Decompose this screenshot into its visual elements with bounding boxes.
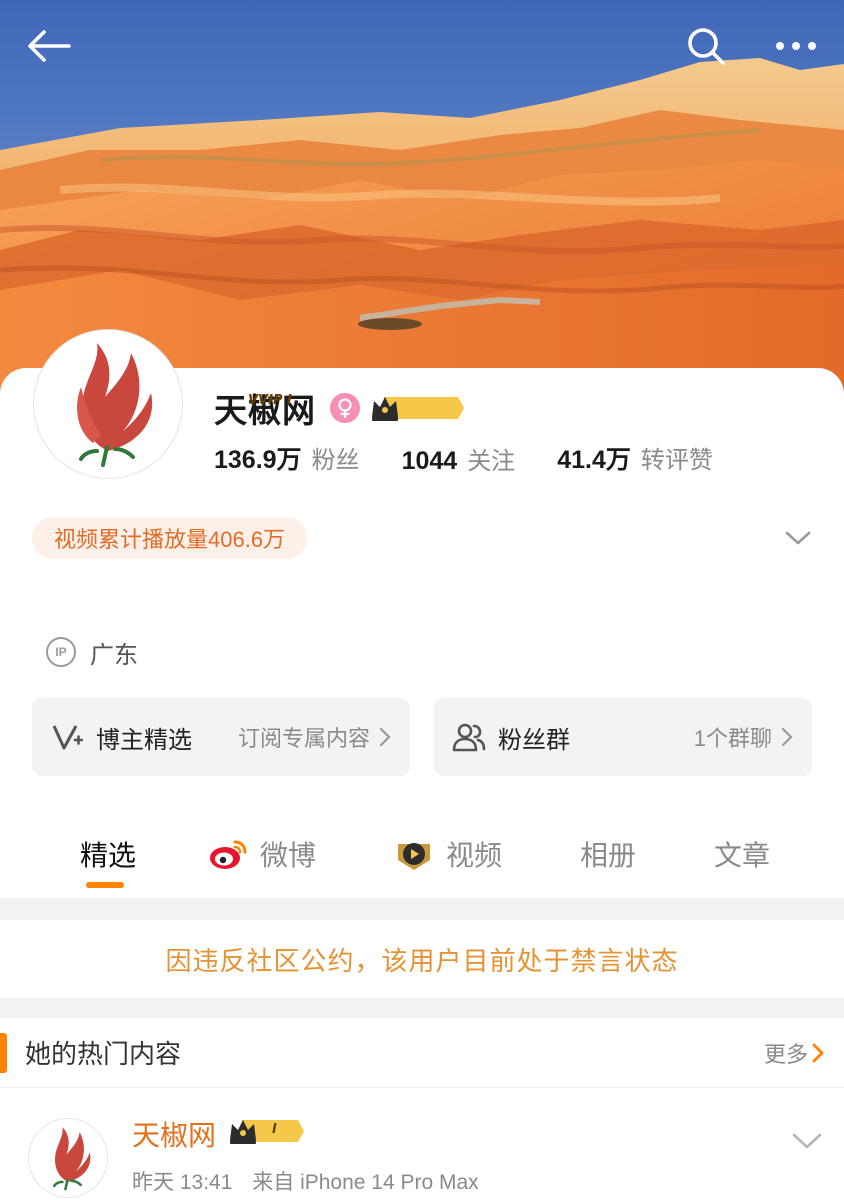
fan-group-card[interactable]: 粉丝群 1个群聊 [434, 698, 812, 776]
stat-following[interactable]: 1044 关注 [402, 441, 516, 476]
section-accent-bar [0, 1032, 7, 1073]
more-link[interactable]: 更多 [764, 1037, 828, 1069]
tab-weibo[interactable]: 微博 [208, 832, 316, 876]
ip-icon: IP [46, 637, 76, 667]
chili-logo-icon [77, 343, 153, 467]
name-row: 天椒网 VVIP I [214, 386, 466, 430]
post-item[interactable]: 天椒网 I 昨天 13:41 来自 iPhone 14 Pro Max [0, 1090, 844, 1200]
chevron-down-icon[interactable] [790, 1126, 824, 1156]
avatar[interactable] [34, 330, 182, 478]
section-divider [0, 898, 844, 920]
mute-notice: 因违反社区公约，该用户目前处于禁言状态 [0, 920, 844, 998]
crown-icon [372, 397, 464, 421]
tab-video[interactable]: 视频 [394, 832, 502, 876]
more-dots-icon [776, 42, 816, 50]
search-button[interactable] [678, 18, 734, 74]
weibo-logo-icon [208, 834, 248, 874]
username: 天椒网 [214, 392, 316, 429]
video-plays-badge: 视频累计播放量406.6万 [32, 517, 308, 559]
section-divider [0, 998, 844, 1018]
v-plus-icon [50, 720, 84, 754]
search-icon [688, 28, 725, 65]
stat-interactions[interactable]: 41.4万 转评赞 [557, 440, 713, 476]
vip-badge[interactable]: VVIP I [248, 393, 466, 423]
tab-album[interactable]: 相册 [580, 832, 636, 876]
post-vip-badge: I [228, 1116, 306, 1146]
female-icon [330, 393, 360, 423]
hot-content-header: 她的热门内容 更多 [0, 1018, 844, 1088]
active-tab-indicator [86, 882, 124, 888]
chevron-right-icon [781, 727, 793, 747]
post-avatar[interactable] [28, 1118, 108, 1198]
blogger-picks-card[interactable]: 博主精选 订阅专属内容 [32, 698, 410, 776]
ip-location-row: IP 广东 [46, 634, 138, 670]
post-author[interactable]: 天椒网 [132, 1114, 216, 1154]
arrow-left-icon [28, 30, 71, 62]
back-button[interactable] [20, 18, 76, 74]
post-time: 昨天 13:41 [132, 1171, 233, 1194]
more-button[interactable] [768, 18, 824, 74]
video-play-icon [394, 834, 434, 874]
chevron-down-icon[interactable] [782, 522, 814, 554]
stats-row: 136.9万 粉丝 1044 关注 41.4万 转评赞 [214, 440, 755, 476]
tab-articles[interactable]: 文章 [714, 832, 770, 876]
post-meta: 昨天 13:41 来自 iPhone 14 Pro Max [132, 1166, 479, 1196]
chili-logo-icon [53, 1127, 91, 1191]
post-source: 来自 iPhone 14 Pro Max [252, 1171, 479, 1194]
crown-icon [230, 1120, 304, 1144]
tab-featured[interactable]: 精选 [80, 832, 136, 876]
profile-tabs: 精选 微博 视频 相册 文章 [0, 822, 844, 894]
ip-location: 广东 [90, 641, 138, 669]
chevron-right-icon [379, 727, 391, 747]
group-users-icon [452, 720, 486, 754]
stat-fans[interactable]: 136.9万 粉丝 [214, 440, 360, 476]
chevron-right-icon [812, 1043, 824, 1062]
